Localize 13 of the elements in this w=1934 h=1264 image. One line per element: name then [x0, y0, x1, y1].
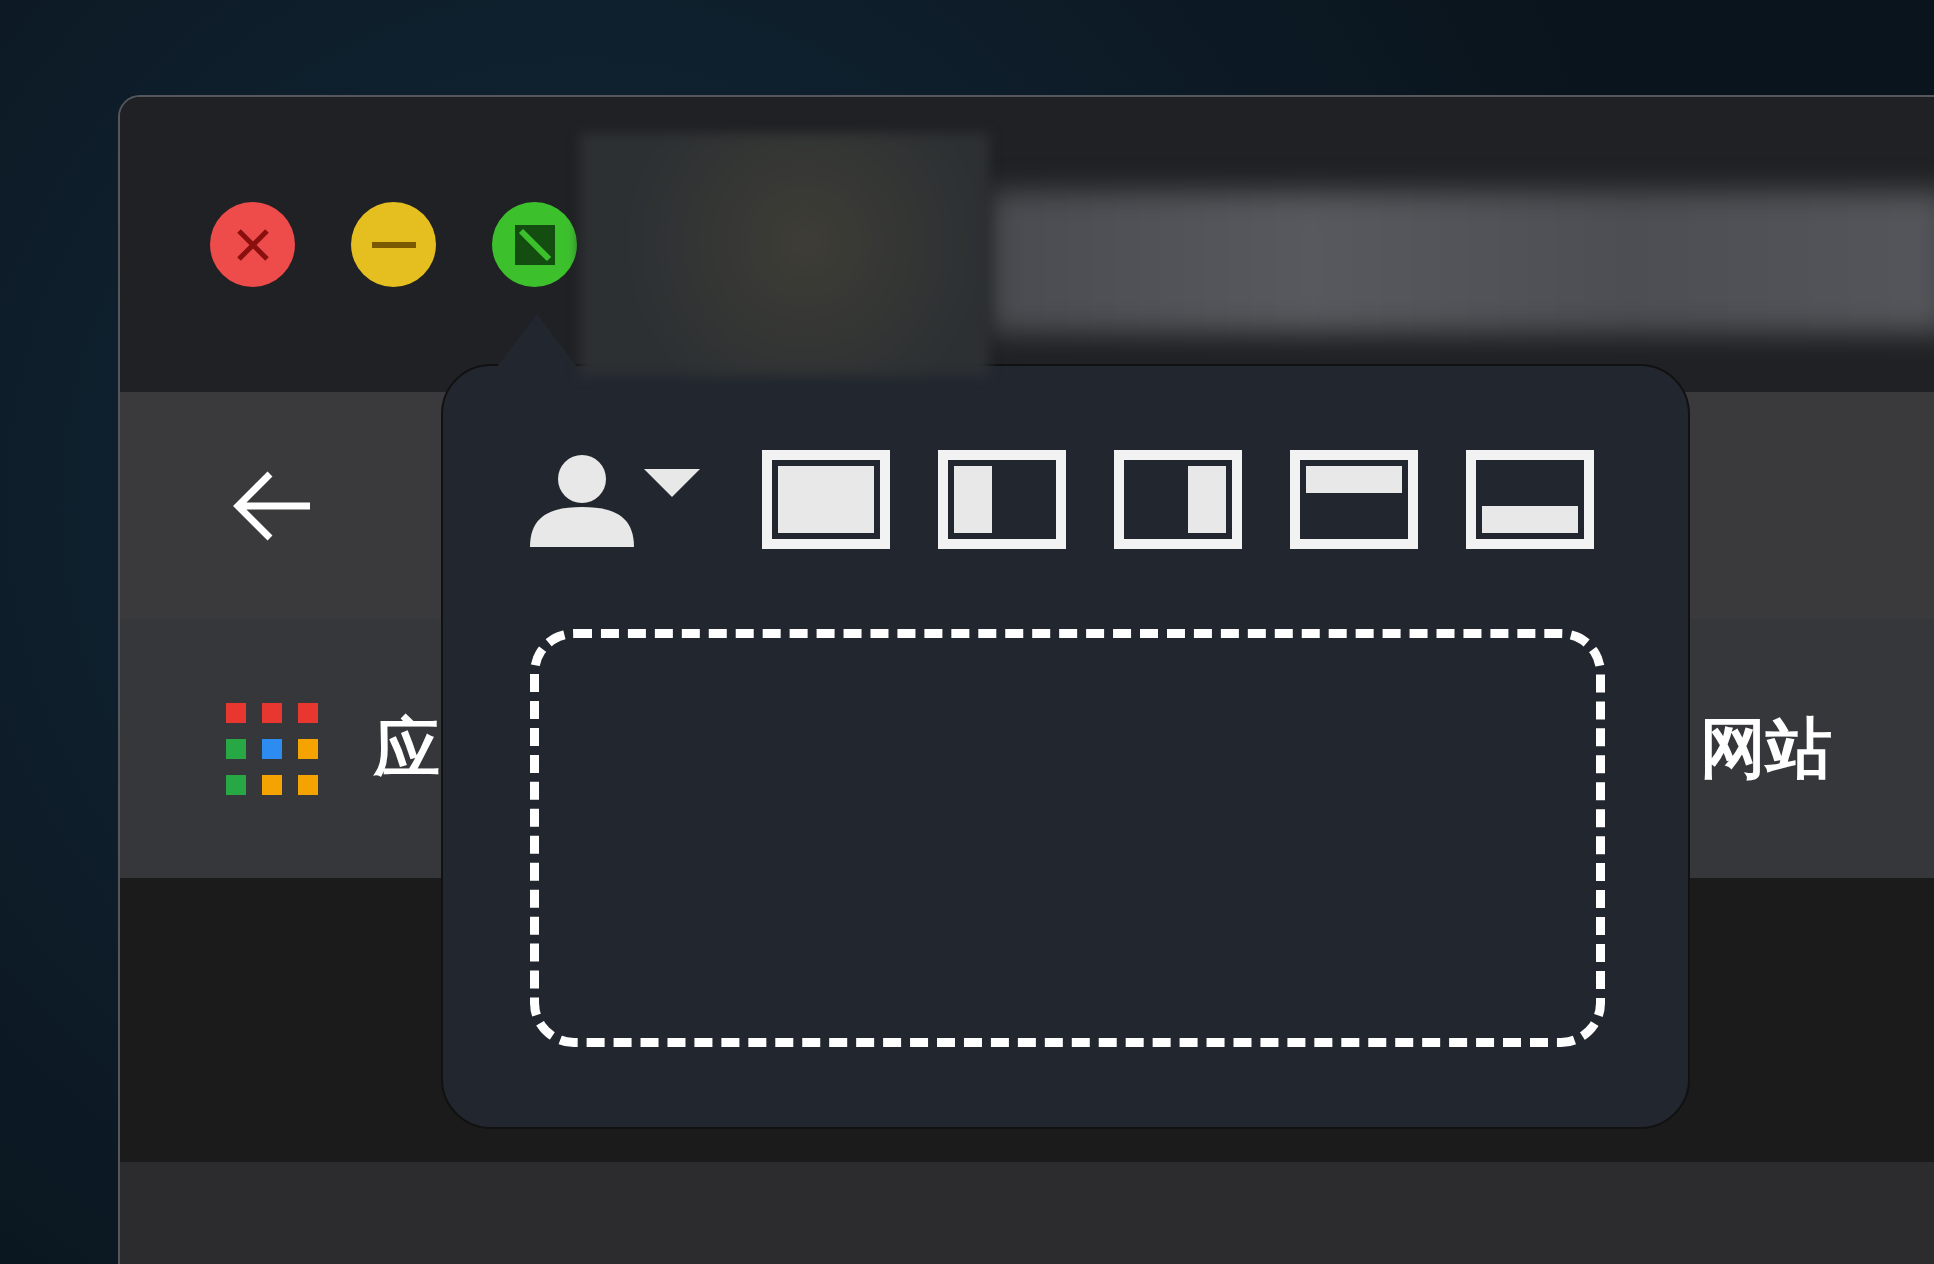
person-icon[interactable] [530, 452, 634, 547]
layout-button[interactable] [1114, 450, 1242, 549]
apps-icon[interactable] [226, 702, 318, 795]
bookmark-label[interactable]: 网站 [1700, 715, 1832, 782]
zoom-icon [512, 222, 557, 267]
layout-button[interactable] [762, 450, 890, 549]
bookmark-label[interactable]: 应 [374, 715, 440, 782]
layout-button[interactable] [1290, 450, 1418, 549]
minimize-icon [371, 240, 416, 249]
drop-zone[interactable] [530, 629, 1605, 1047]
layout-button[interactable] [938, 450, 1066, 549]
caret-icon[interactable] [644, 468, 700, 497]
layout-button[interactable] [1466, 450, 1594, 549]
